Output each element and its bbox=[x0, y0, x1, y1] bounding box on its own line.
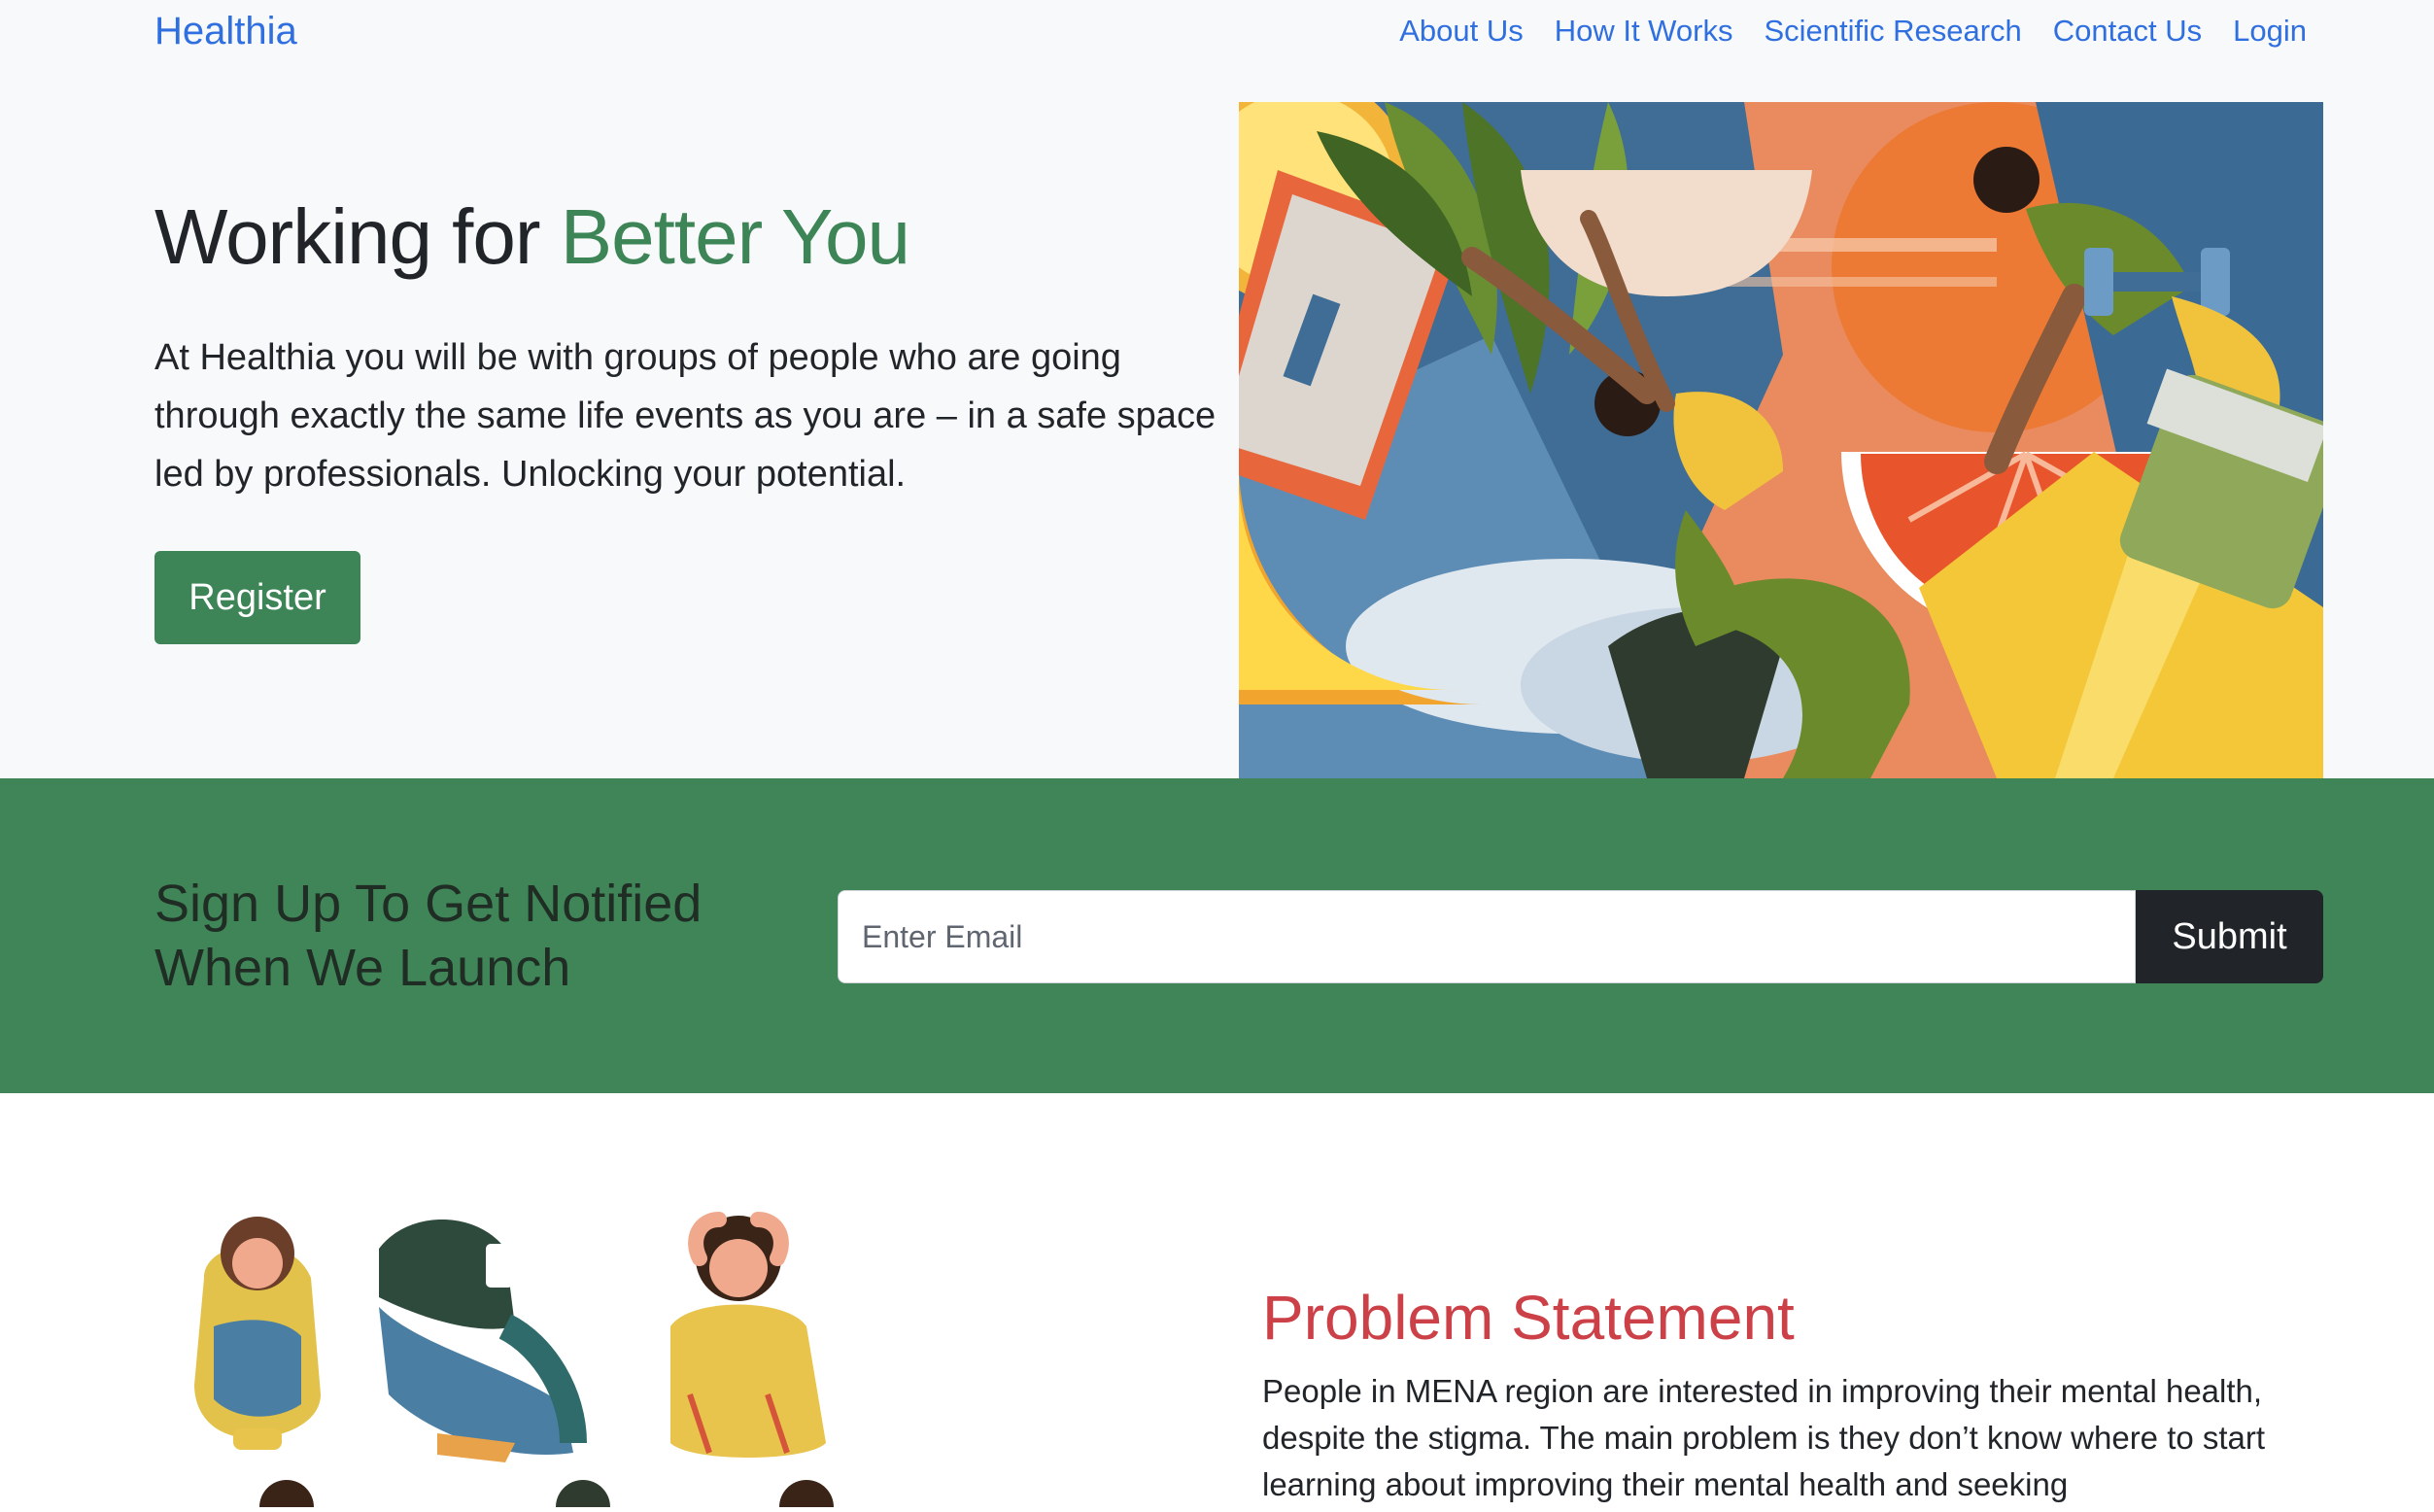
register-button[interactable]: Register bbox=[154, 551, 360, 644]
nav-link-about-us[interactable]: About Us bbox=[1399, 8, 1524, 54]
signup-section: Sign Up To Get Notified When We Launch S… bbox=[0, 778, 2434, 1093]
hero-title-prefix: Working for bbox=[154, 193, 561, 280]
nav-link-scientific-research[interactable]: Scientific Research bbox=[1764, 8, 2021, 54]
distressed-people-illustration bbox=[185, 1200, 904, 1512]
hero-title-accent: Better You bbox=[560, 193, 910, 280]
nav-link-login[interactable]: Login bbox=[2233, 8, 2307, 54]
problem-title: Problem Statement bbox=[1262, 1283, 1795, 1353]
fitness-illustration bbox=[1239, 102, 2323, 778]
nav-link-contact-us[interactable]: Contact Us bbox=[2053, 8, 2202, 54]
brand-logo[interactable]: Healthia bbox=[154, 8, 297, 54]
signup-title: Sign Up To Get Notified When We Launch bbox=[154, 875, 703, 997]
nav-link-how-it-works[interactable]: How It Works bbox=[1555, 8, 1733, 54]
nav-links: About Us How It Works Scientific Researc… bbox=[1399, 8, 2307, 54]
hero-title: Working for Better You bbox=[154, 190, 910, 284]
email-input[interactable] bbox=[838, 890, 2136, 983]
navbar: Healthia About Us How It Works Scientifi… bbox=[0, 0, 2434, 66]
problem-text: People in MENA region are interested in … bbox=[1262, 1373, 2266, 1502]
hero-section: Working for Better You At Healthia you w… bbox=[0, 66, 2434, 778]
hero-description: At Healthia you will be with groups of p… bbox=[154, 337, 1217, 495]
problem-section: Problem Statement People in MENA region … bbox=[0, 1093, 2434, 1512]
submit-button[interactable]: Submit bbox=[2136, 890, 2323, 983]
